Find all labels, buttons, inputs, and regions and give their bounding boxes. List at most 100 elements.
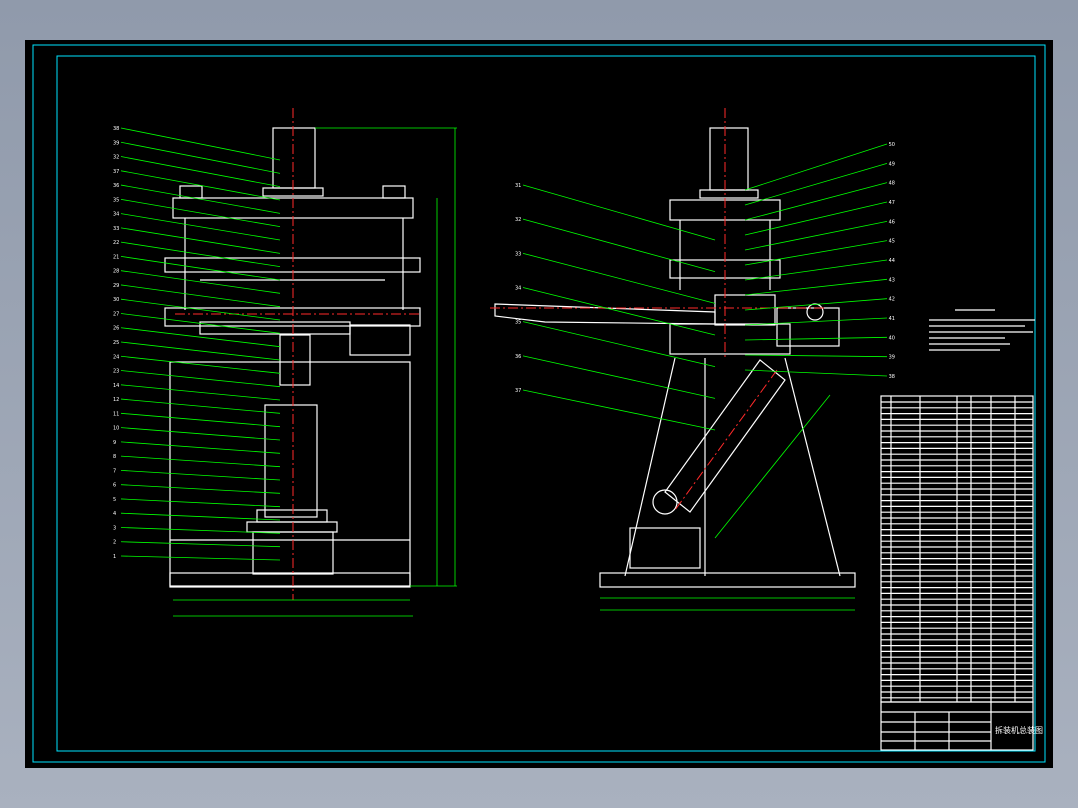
leader-line	[522, 389, 716, 431]
leader-line	[744, 317, 888, 326]
part-balloon: 29	[113, 283, 119, 289]
leader-line	[120, 370, 281, 388]
part-balloon: 50	[889, 142, 895, 148]
leader-line	[522, 321, 716, 368]
front-base-plate	[169, 572, 411, 588]
part-balloon: 8	[113, 454, 116, 460]
leader-line	[120, 427, 281, 441]
part-balloon: 45	[889, 239, 895, 245]
sheet-inner-frame	[56, 55, 1036, 752]
leader-line	[120, 441, 281, 454]
part-balloon: 30	[113, 297, 119, 303]
parts-list	[880, 395, 1034, 703]
leader-line	[120, 455, 281, 468]
leader-line	[744, 143, 888, 191]
part-balloon: 23	[113, 369, 119, 375]
part-balloon: 24	[113, 354, 119, 360]
part-balloon: 37	[515, 388, 521, 394]
leader-line	[522, 218, 716, 273]
side-cylinder-flange	[699, 189, 759, 199]
leader-line	[744, 259, 888, 281]
leader-line	[120, 170, 281, 201]
part-balloon: 33	[515, 251, 521, 257]
part-balloon: 38	[113, 126, 119, 132]
part-balloon: 34	[113, 212, 119, 218]
side-base-block	[629, 527, 701, 569]
side-top-cylinder	[709, 127, 749, 191]
front-leader-lines	[120, 127, 281, 561]
leader-line	[120, 284, 281, 308]
part-balloon: 46	[889, 219, 895, 225]
leader-line	[120, 341, 281, 361]
part-balloon: 14	[113, 383, 119, 389]
part-balloon: 21	[113, 254, 119, 260]
sheet-outer-frame	[32, 44, 1046, 763]
front-top-cylinder	[272, 127, 316, 189]
part-balloon: 10	[113, 426, 119, 432]
side-view-assembly	[490, 108, 856, 611]
front-base-step	[246, 521, 338, 533]
part-balloon: 1	[113, 554, 116, 560]
part-balloon: 36	[515, 354, 521, 360]
part-balloon: 33	[113, 226, 119, 232]
leader-line	[120, 127, 281, 161]
side-cylinder-pivot	[652, 489, 678, 515]
cad-viewport[interactable]: 38 39 32 37 36 35 34 33 22 21 28 29 30 27 26 25 24 23 14 12…	[0, 0, 1078, 808]
front-clamp-plate	[199, 321, 351, 335]
side-base-plate	[599, 572, 856, 588]
part-balloon: 6	[113, 483, 116, 489]
part-balloon: 2	[113, 540, 116, 546]
leader-line	[120, 398, 281, 414]
part-balloon: 39	[889, 355, 895, 361]
front-view-assembly	[164, 108, 457, 617]
front-part-balloons: 3839323736353433222128293027262524231412…	[113, 126, 119, 560]
drawing-sheet[interactable]: 38 39 32 37 36 35 34 33 22 21 28 29 30 27 26 25 24 23 14 12…	[25, 40, 1053, 768]
leader-line	[744, 201, 888, 236]
part-balloon: 34	[515, 286, 521, 292]
part-balloon: 49	[889, 161, 895, 167]
part-balloon: 3	[113, 525, 116, 531]
leader-line	[522, 184, 716, 241]
part-balloon: 5	[113, 497, 116, 503]
leader-line	[120, 270, 281, 294]
part-balloon: 7	[113, 468, 116, 474]
part-balloon: 26	[113, 326, 119, 332]
front-center-ram	[279, 334, 311, 386]
part-balloon: 27	[113, 311, 119, 317]
part-balloon: 41	[889, 316, 895, 322]
drawing-name: 拆装机总装图	[995, 725, 1043, 735]
part-balloon: 11	[113, 411, 119, 417]
front-lift-cylinder	[264, 404, 318, 518]
leader-line	[120, 541, 281, 548]
part-balloon: 42	[889, 297, 895, 303]
part-balloon: 44	[889, 258, 895, 264]
leader-line	[120, 384, 281, 401]
leader-line	[744, 369, 888, 377]
leader-line	[744, 336, 888, 341]
leader-line	[120, 227, 281, 254]
leader-line	[744, 220, 888, 251]
leader-line	[522, 355, 716, 399]
leader-line	[120, 512, 281, 521]
leader-line	[744, 278, 888, 296]
leader-line	[744, 182, 888, 221]
part-balloon: 9	[113, 440, 116, 446]
leader-line	[120, 141, 281, 174]
leader-line	[120, 241, 281, 268]
part-balloon: 39	[113, 140, 119, 146]
leader-line	[120, 484, 281, 494]
part-balloon: 40	[889, 335, 895, 341]
part-balloon: 35	[515, 320, 521, 326]
title-block: 拆装机总装图	[880, 701, 1043, 751]
leader-line	[120, 355, 281, 374]
side-diagonal-cylinder	[664, 359, 786, 513]
side-leg-left	[624, 357, 676, 577]
technical-requirements-notes	[929, 309, 1035, 351]
part-balloon: 35	[113, 197, 119, 203]
front-main-frame	[169, 361, 411, 587]
part-balloon: 28	[113, 269, 119, 275]
side-horizontal-arm	[494, 303, 716, 325]
front-top-nut-right	[382, 185, 406, 199]
part-balloon: 31	[515, 183, 521, 189]
part-balloon: 36	[113, 183, 119, 189]
